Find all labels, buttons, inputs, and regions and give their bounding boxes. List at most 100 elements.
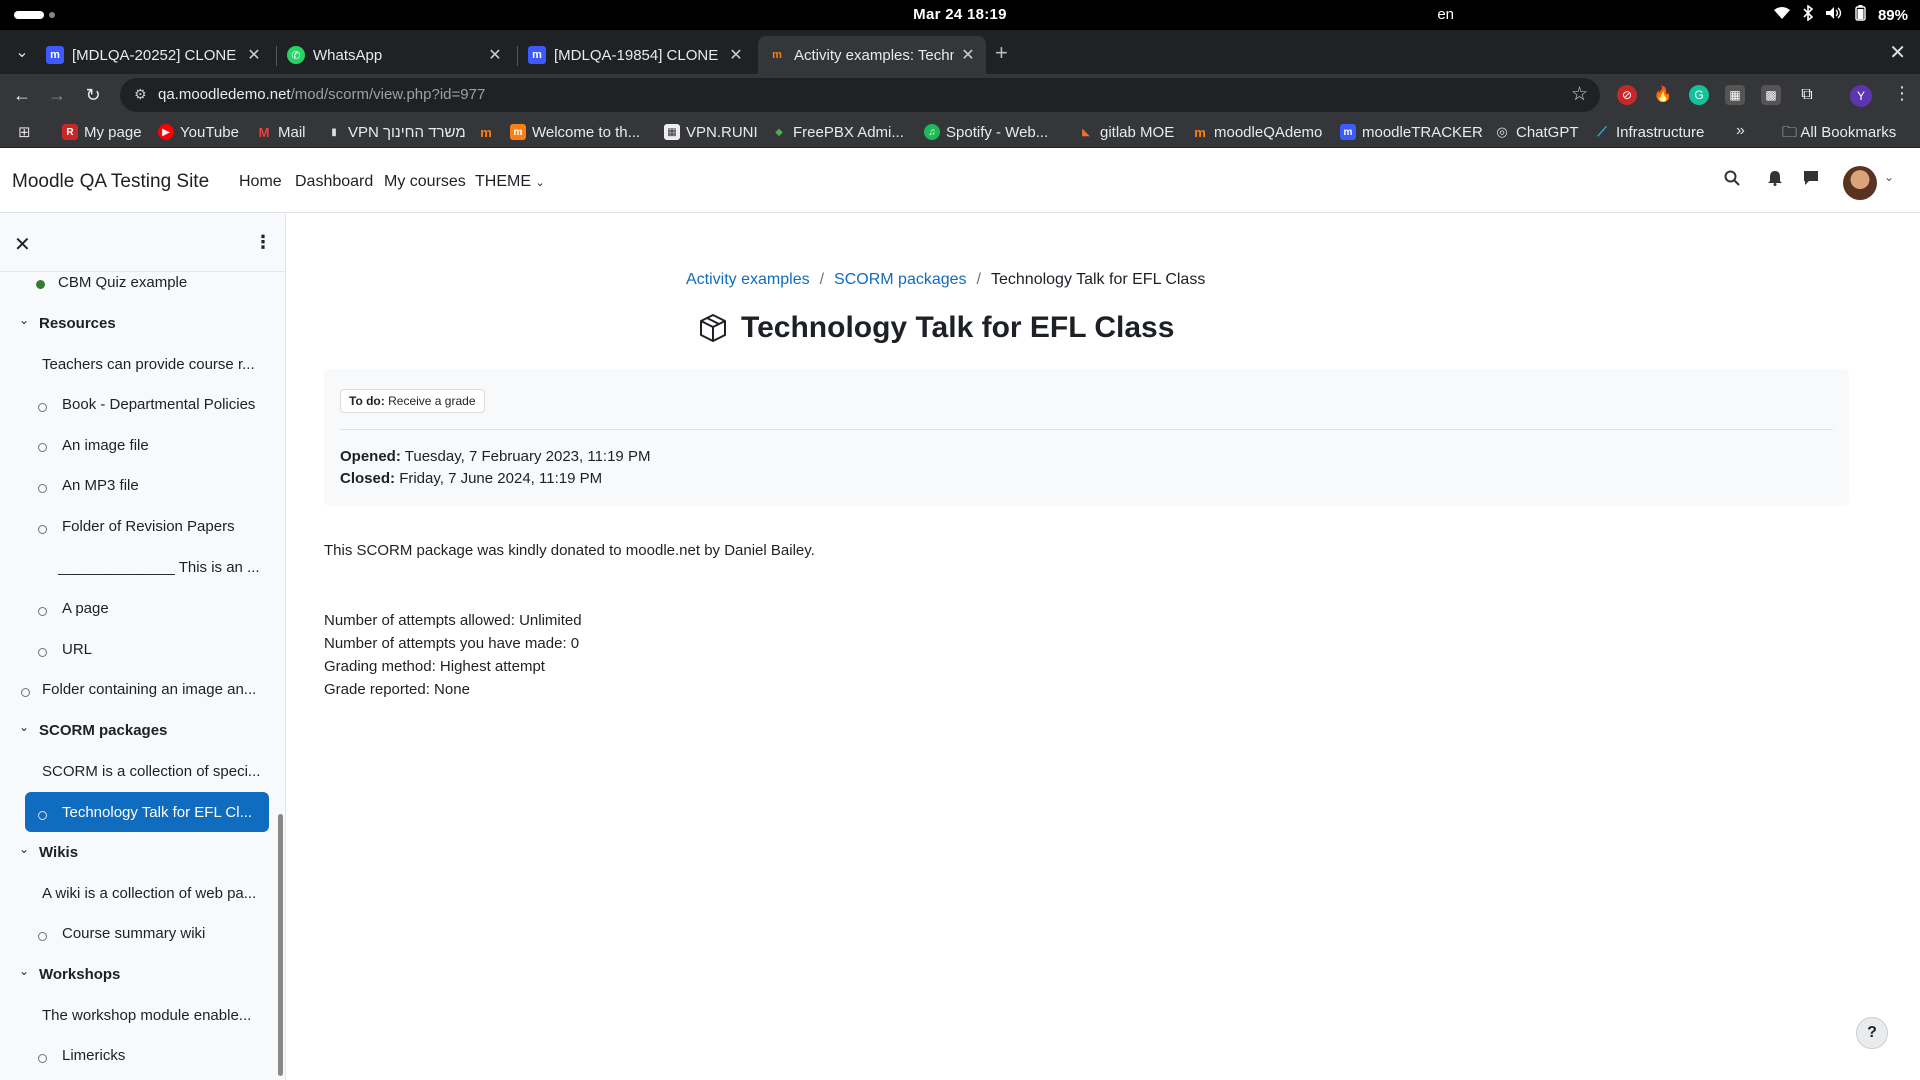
tab-close-icon[interactable]: ✕	[728, 45, 744, 65]
user-menu-chevron-icon[interactable]: ⌄	[1884, 170, 1894, 184]
system-clock[interactable]: Mar 24 18:19	[0, 6, 1920, 23]
browser-menu-icon[interactable]: ⋮	[1893, 83, 1911, 104]
course-index-item[interactable]: CBM Quiz example	[58, 274, 268, 291]
course-index-section[interactable]: SCORM packages	[39, 722, 259, 739]
closed-date: Closed: Friday, 7 June 2024, 11:19 PM	[340, 470, 602, 487]
chevron-down-icon[interactable]: ⌄	[19, 842, 29, 856]
course-index-item[interactable]: An MP3 file	[62, 477, 262, 494]
closed-value: Friday, 7 June 2024, 11:19 PM	[399, 470, 603, 487]
tab-close-icon[interactable]: ✕	[246, 45, 262, 65]
bookmarks-overflow-icon[interactable]: »	[1736, 122, 1745, 140]
input-language[interactable]: en	[1437, 6, 1454, 23]
course-index-item[interactable]: SCORM is a collection of speci...	[42, 763, 264, 780]
url-text[interactable]: qa.moodledemo.net/mod/scorm/view.php?id=…	[158, 86, 485, 103]
bookmark-chatgpt[interactable]: ◎ ChatGPT	[1494, 122, 1578, 142]
extension-grid-icon[interactable]: ▩	[1761, 85, 1781, 105]
breadcrumb-current: Technology Talk for EFL Class	[991, 271, 1206, 288]
course-index-section[interactable]: Resources	[39, 315, 259, 332]
bookmark-vpn-edu[interactable]: ▮ VPN משרד החינוך	[326, 122, 465, 142]
completion-circle-icon	[38, 607, 47, 616]
course-index-item[interactable]: Limericks	[62, 1047, 262, 1064]
address-bar[interactable]: ⚙ qa.moodledemo.net/mod/scorm/view.php?i…	[120, 78, 1600, 112]
nav-my-courses[interactable]: My courses	[384, 173, 466, 191]
bookmark-gitlab[interactable]: ◣ gitlab MOE	[1078, 122, 1174, 142]
bookmark-moodle[interactable]: m	[478, 122, 500, 142]
course-index-item[interactable]: A page	[62, 600, 262, 617]
nav-home[interactable]: Home	[239, 173, 282, 191]
course-index-item[interactable]: The workshop module enable...	[42, 1007, 264, 1024]
course-index-item[interactable]: A wiki is a collection of web pa...	[42, 885, 264, 902]
attempts-allowed: Number of attempts allowed: Unlimited	[324, 612, 582, 629]
course-index-item[interactable]: Teachers can provide course r...	[42, 356, 262, 373]
new-tab-plus-icon[interactable]: +	[995, 40, 1008, 66]
apps-grid-icon[interactable]: ⊞	[18, 123, 31, 141]
system-tray[interactable]: 89%	[1773, 4, 1908, 25]
course-index-item[interactable]: Book - Departmental Policies	[62, 396, 262, 413]
course-index-section[interactable]: Workshops	[39, 966, 259, 983]
drawer-scrollbar[interactable]	[278, 814, 283, 1076]
chevron-down-icon[interactable]: ⌄	[19, 313, 29, 327]
bookmark-star-icon[interactable]: ☆	[1571, 83, 1588, 106]
tab-close-icon[interactable]: ✕	[960, 45, 976, 65]
site-info-icon[interactable]: ⚙	[134, 86, 147, 103]
bookmark-welcome[interactable]: m Welcome to th...	[510, 122, 640, 142]
tab-whatsapp[interactable]: ✆ WhatsApp ✕	[277, 36, 513, 74]
course-index-item[interactable]: Course summary wiki	[62, 925, 262, 942]
bookmark-my-page[interactable]: R My page	[62, 122, 142, 142]
tab-close-icon[interactable]: ✕	[487, 45, 503, 65]
extension-fire-icon[interactable]: 🔥	[1653, 85, 1673, 105]
close-drawer-icon[interactable]: ✕	[14, 232, 31, 257]
bookmark-moodletracker[interactable]: m moodleTRACKER	[1340, 122, 1483, 142]
tab-mdlqa-20252[interactable]: m [MDLQA-20252] CLONE ✕	[36, 36, 272, 74]
extension-qr-icon[interactable]: ▦	[1725, 85, 1745, 105]
moodle-icon: m	[772, 49, 782, 61]
divider	[340, 429, 1833, 430]
course-index-item[interactable]: An image file	[62, 437, 262, 454]
tab-mdlqa-19854[interactable]: m [MDLQA-19854] CLONE ✕	[518, 36, 754, 74]
site-navbar: Moodle QA Testing Site Home Dashboard My…	[0, 149, 1920, 213]
breadcrumb-scorm-packages[interactable]: SCORM packages	[834, 271, 967, 288]
nav-dashboard[interactable]: Dashboard	[295, 173, 373, 191]
profile-avatar[interactable]: Y	[1850, 85, 1872, 107]
user-avatar[interactable]	[1843, 166, 1877, 200]
course-index-item[interactable]: Folder containing an image an...	[42, 681, 264, 698]
site-brand[interactable]: Moodle QA Testing Site	[12, 171, 209, 193]
bookmark-infrastructure[interactable]: ⟋ Infrastructure	[1594, 122, 1704, 142]
notifications-bell-icon[interactable]	[1768, 170, 1782, 191]
breadcrumb-activity-examples[interactable]: Activity examples	[686, 271, 810, 288]
reload-icon[interactable]: ↻	[80, 82, 106, 108]
chevron-down-icon[interactable]: ⌄	[19, 964, 29, 978]
document-icon: ▮	[331, 126, 337, 138]
course-index-item-active[interactable]: Technology Talk for EFL Cl...	[62, 804, 258, 821]
all-bookmarks-label: All Bookmarks	[1800, 124, 1897, 141]
bookmark-mail[interactable]: M Mail	[256, 122, 306, 142]
search-icon[interactable]	[1724, 170, 1740, 191]
course-index-section[interactable]: Wikis	[39, 844, 259, 861]
extension-blocker-icon[interactable]: ⊘	[1617, 85, 1637, 105]
drawer-options-icon[interactable]: ⋮	[254, 232, 272, 253]
bookmark-spotify[interactable]: ♫ Spotify - Web...	[924, 122, 1048, 142]
all-bookmarks-folder[interactable]: 🗀 All Bookmarks	[1782, 122, 1896, 147]
window-close-icon[interactable]: ✕	[1889, 40, 1906, 65]
breadcrumb: Activity examples / SCORM packages / Technol…	[686, 271, 1205, 289]
course-index-item[interactable]: URL	[62, 641, 262, 658]
tab-activity-examples[interactable]: m Activity examples: Techn ✕	[758, 36, 986, 74]
forward-arrow-icon[interactable]: →	[44, 82, 70, 108]
messages-icon[interactable]	[1803, 170, 1819, 191]
help-button[interactable]: ?	[1856, 1017, 1888, 1049]
course-index-item[interactable]: ______________ This is an ...	[58, 559, 264, 576]
moodle-tracker-icon: m	[528, 46, 546, 64]
nav-theme-dropdown[interactable]: THEME ⌄	[475, 173, 545, 191]
bookmark-moodleqademo[interactable]: m moodleQAdemo	[1192, 122, 1322, 142]
bookmark-freepbx[interactable]: ◆ FreePBX Admi...	[771, 122, 904, 142]
grammarly-icon[interactable]: G	[1689, 85, 1709, 105]
wifi-icon	[1773, 6, 1791, 24]
tab-search-chevron-icon[interactable]: ⌄	[12, 42, 32, 62]
bookmark-youtube[interactable]: ▶ YouTube	[158, 122, 239, 142]
bookmark-vpn-runi[interactable]: ▦ VPN.RUNI	[664, 122, 758, 142]
extensions-puzzle-icon[interactable]: ⧉	[1797, 85, 1817, 105]
back-arrow-icon[interactable]: ←	[9, 82, 35, 108]
course-index-item[interactable]: Folder of Revision Papers	[62, 518, 262, 535]
chevron-down-icon[interactable]: ⌄	[19, 720, 29, 734]
page-title-text: Technology Talk for EFL Class	[741, 311, 1175, 344]
